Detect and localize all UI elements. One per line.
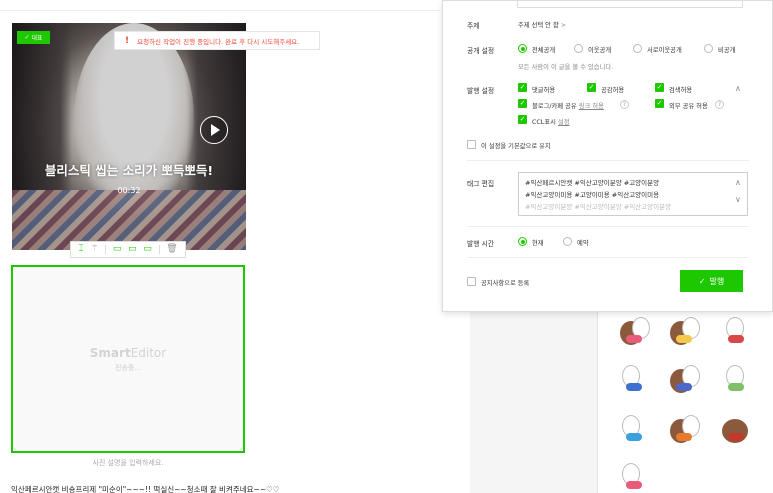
warning-icon: !	[125, 35, 130, 46]
radio-neighbor-label: 이웃공개	[588, 47, 612, 54]
checkbox-keep-default[interactable]	[467, 140, 476, 149]
help-icon[interactable]: ?	[715, 100, 724, 109]
checkbox-blog-share[interactable]: ✓	[518, 99, 527, 108]
logo-bold: Smart	[89, 345, 131, 360]
chevron-right-icon: >	[560, 22, 567, 29]
sticker-cony[interactable]	[616, 459, 652, 493]
blog-share-row: 블로그/카페 공유 링크 허용	[532, 101, 604, 110]
radio-private-label: 비공개	[718, 47, 736, 54]
checkbox-sympathy[interactable]: ✓	[587, 83, 596, 92]
sticker-brown-bear[interactable]	[666, 313, 702, 349]
toolbar-separator	[158, 245, 160, 254]
caption-input[interactable]: 사진 설명을 입력하세요.	[11, 458, 245, 468]
sticker-cony[interactable]	[616, 361, 652, 397]
tag-line: #익산고양이미용 #고양이미용 #익산고양이미용	[525, 191, 660, 199]
warning-text: 요청하신 작업이 진행 중입니다. 완료 후 다시 시도해주세요.	[137, 37, 300, 46]
logo-light: Editor	[130, 345, 167, 360]
tags-label: 태그 편집	[467, 180, 495, 188]
check-icon: ✓	[24, 34, 30, 41]
radio-public[interactable]	[518, 44, 527, 53]
link-allow-dropdown[interactable]: 링크 허용	[579, 103, 604, 110]
size-medium-icon[interactable]: ▭	[128, 245, 137, 254]
collapse-icon[interactable]: ∧	[735, 84, 741, 93]
ccl-settings-link[interactable]: 설정	[558, 119, 570, 126]
align-center-icon[interactable]: ⌶	[78, 245, 83, 254]
sticker-brown-bear[interactable]	[718, 411, 754, 447]
popup-top-field	[517, 0, 743, 8]
tag-editor[interactable]: #익산페르시안캣 #익산고양이분양 #고양이분양 #익산고양이미용 #고양이미용…	[518, 172, 748, 216]
sticker-cony[interactable]	[718, 313, 754, 349]
blog-share-label: 블로그/카페 공유	[532, 103, 577, 110]
image-upload-area[interactable]: SmartEditor 전송중...	[11, 265, 245, 453]
tag-scroll-up-icon[interactable]: ∧	[735, 178, 741, 187]
magic-wand-icon[interactable]: ⚚	[90, 245, 98, 254]
sticker-cony[interactable]	[718, 361, 754, 397]
topic-select[interactable]: 주제 선택 안 함 >	[518, 20, 566, 29]
image-toolbar: ⌶ ⚚ ▭ ▭ ▭ 🗑	[70, 241, 186, 258]
sticker-brown-bear[interactable]	[616, 313, 652, 349]
radio-mutual[interactable]	[633, 44, 642, 53]
play-button[interactable]	[200, 116, 228, 144]
checkbox-ccl[interactable]: ✓	[518, 115, 527, 124]
checkbox-sympathy-label: 공감허용	[601, 87, 625, 94]
checkbox-comment-label: 댓글허용	[532, 87, 556, 94]
video-title: 블리스틱 씹는 소리가 뽀득뽀득!	[44, 163, 214, 178]
representative-label: 대표	[31, 35, 43, 42]
checkbox-search[interactable]: ✓	[655, 83, 664, 92]
radio-schedule-label: 예약	[577, 240, 589, 247]
warning-toast: ! 요청하신 작업이 진행 중입니다. 완료 후 다시 시도해주세요.	[114, 31, 320, 50]
section-divider	[467, 257, 749, 258]
smarteditor-logo: SmartEditor	[90, 346, 166, 360]
tag-scroll-down-icon[interactable]: ∨	[735, 195, 741, 204]
radio-mutual-label: 서로이웃공개	[647, 47, 682, 54]
help-icon[interactable]: ?	[620, 100, 629, 109]
radio-private[interactable]	[704, 44, 713, 53]
keep-default-label: 이 설정을 기본값으로 유지	[481, 143, 551, 150]
ccl-row: CCL표시 설정	[532, 117, 570, 126]
sticker-cony[interactable]	[616, 411, 652, 447]
size-small-icon[interactable]: ▭	[113, 245, 122, 254]
visibility-label: 공개 설정	[467, 47, 495, 55]
checkbox-external[interactable]: ✓	[655, 99, 664, 108]
radio-now[interactable]	[518, 237, 527, 246]
body-paragraph[interactable]: 익산페르시안캣 비숑프리제 "미순이"~~~!! 떡실신~~청소때 잘 비켜주네…	[11, 484, 280, 493]
time-label: 발행 시간	[467, 240, 495, 248]
checkbox-comment[interactable]: ✓	[518, 83, 527, 92]
video-duration: 00:32	[117, 186, 141, 195]
checkbox-search-label: 검색허용	[669, 87, 693, 94]
editor-top-divider	[0, 10, 440, 11]
publish-button-label: 발행	[709, 276, 725, 286]
trash-icon[interactable]: 🗑	[166, 245, 177, 254]
tag-line: #익산고양이분양 #익산고양이분양 #익산고양이분양	[525, 203, 672, 211]
radio-neighbor[interactable]	[574, 44, 583, 53]
play-icon	[211, 124, 220, 136]
publish-settings-label: 발행 설정	[467, 87, 495, 95]
checkbox-notice[interactable]	[467, 277, 476, 286]
sticker-brown-bear[interactable]	[666, 411, 702, 447]
sticker-panel	[597, 305, 773, 493]
representative-badge[interactable]: ✓ 대표	[17, 31, 50, 44]
toolbar-separator	[105, 245, 107, 254]
radio-public-label: 전체공개	[532, 47, 556, 54]
sticker-brown-bear[interactable]	[666, 361, 702, 397]
checkbox-external-label: 외부 공유 허용	[669, 103, 708, 110]
upload-status: 전송중...	[115, 363, 141, 372]
publish-button[interactable]: ✓ 발행	[680, 270, 743, 292]
ccl-label: CCL표시	[532, 119, 556, 126]
visibility-hint: 모든 사람이 이 글을 볼 수 있습니다.	[518, 64, 614, 71]
radio-now-label: 현재	[532, 240, 544, 247]
editor-canvas[interactable]: ✓ 대표 ! 요청하신 작업이 진행 중입니다. 완료 후 다시 시도해주세요.…	[0, 0, 470, 493]
topic-label: 주제	[467, 22, 480, 30]
topic-value: 주제 선택 안 함	[518, 22, 559, 29]
section-divider	[467, 160, 749, 161]
tag-line: #익산페르시안캣 #익산고양이분양 #고양이분양	[525, 179, 660, 187]
radio-schedule[interactable]	[563, 237, 572, 246]
notice-label: 공지사항으로 등록	[481, 280, 530, 287]
check-icon: ✓	[698, 276, 706, 286]
size-full-icon[interactable]: ▭	[143, 245, 152, 254]
section-divider	[467, 226, 749, 227]
